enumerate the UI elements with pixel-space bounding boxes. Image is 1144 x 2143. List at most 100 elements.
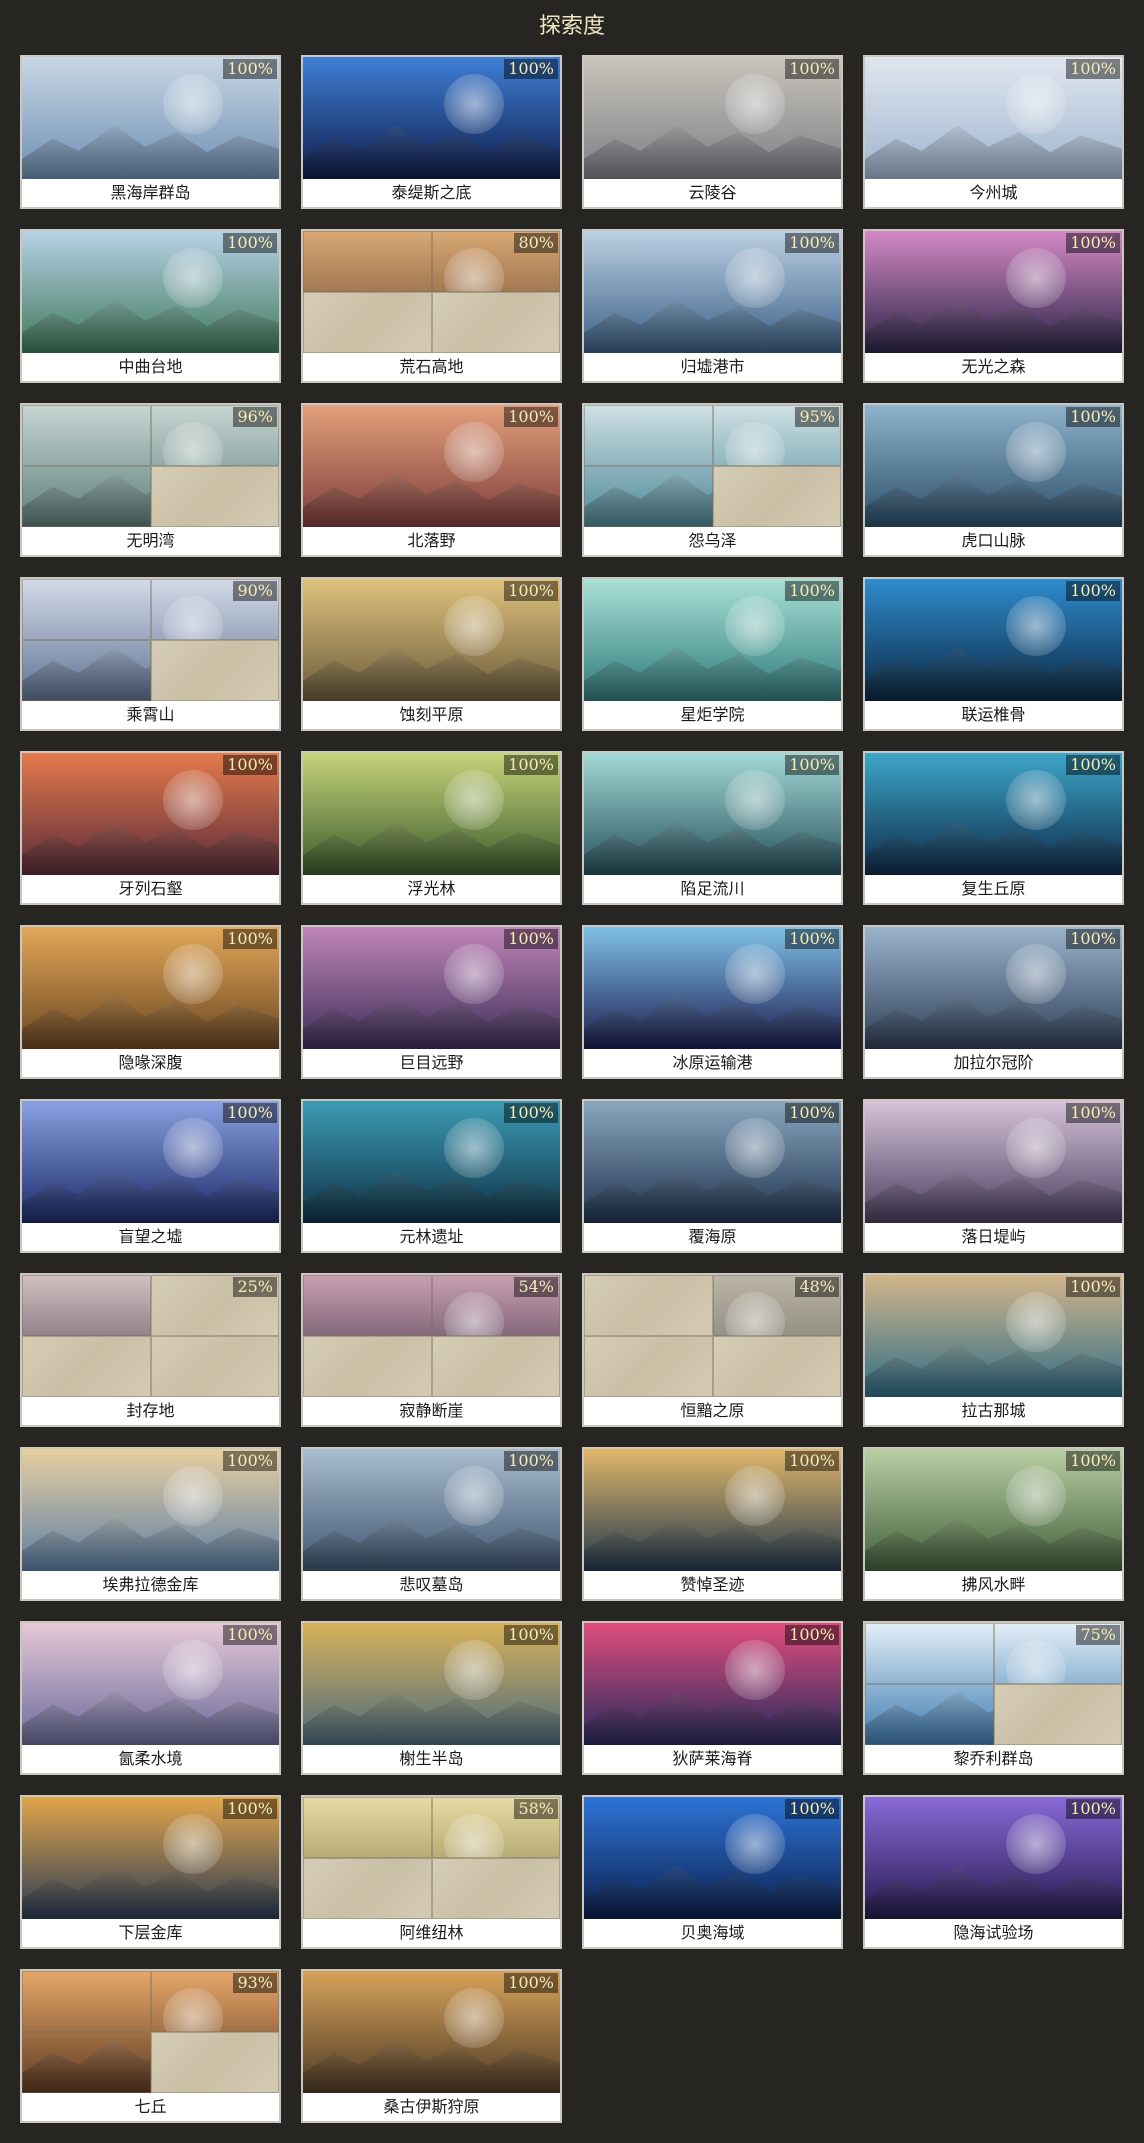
exploration-percent: 100% (504, 755, 558, 775)
region-card[interactable]: 100% 巨目远野 (301, 925, 562, 1079)
region-card[interactable]: 100% 泰缇斯之底 (301, 55, 562, 209)
region-card[interactable]: 96% 无明湾 (20, 403, 281, 557)
exploration-percent: 75% (1076, 1625, 1120, 1645)
scene-light (444, 596, 505, 657)
region-card[interactable]: 100% 贝奥海域 (582, 1795, 843, 1949)
region-card[interactable]: 100% 无光之森 (863, 229, 1124, 383)
region-name: 阿维纽林 (303, 1919, 560, 1947)
region-card[interactable]: 95% 怨乌泽 (582, 403, 843, 557)
scene-terrain (303, 125, 560, 179)
unexplored-tile (303, 1858, 432, 1919)
region-card[interactable]: 100% 复生丘原 (863, 751, 1124, 905)
explored-tile (22, 1275, 151, 1336)
region-thumbnail: 100% (303, 1101, 560, 1223)
region-card[interactable]: 100% 虎口山脉 (863, 403, 1124, 557)
region-thumbnail: 100% (865, 405, 1122, 527)
region-card[interactable]: 90% 乘霄山 (20, 577, 281, 731)
region-card[interactable]: 100% 联运椎骨 (863, 577, 1124, 731)
scene-terrain (584, 299, 841, 353)
region-card[interactable]: 100% 冰原运输港 (582, 925, 843, 1079)
exploration-percent: 100% (1066, 407, 1120, 427)
region-name: 下层金库 (22, 1919, 279, 1947)
unexplored-tile (150, 466, 279, 527)
region-name: 联运椎骨 (865, 701, 1122, 729)
region-card[interactable]: 100% 悲叹墓岛 (301, 1447, 562, 1601)
exploration-percent: 100% (223, 1451, 277, 1471)
scene-terrain (303, 1517, 560, 1571)
region-name: 加拉尔冠阶 (865, 1049, 1122, 1077)
exploration-percent: 80% (514, 233, 558, 253)
scene-terrain (22, 1691, 279, 1745)
region-card[interactable]: 100% 陷足流川 (582, 751, 843, 905)
region-card[interactable]: 100% 狄萨莱海脊 (582, 1621, 843, 1775)
region-thumbnail: 90% (22, 579, 279, 701)
region-card[interactable]: 48% 恒黯之原 (582, 1273, 843, 1427)
region-name: 桑古伊斯狩原 (303, 2093, 560, 2121)
region-thumbnail: 100% (303, 927, 560, 1049)
region-name: 牙列石壑 (22, 875, 279, 903)
region-card[interactable]: 100% 星炬学院 (582, 577, 843, 731)
region-card[interactable]: 100% 下层金库 (20, 1795, 281, 1949)
region-card[interactable]: 100% 元林遗址 (301, 1099, 562, 1253)
region-card[interactable]: 100% 黑海岸群岛 (20, 55, 281, 209)
exploration-percent: 100% (1066, 755, 1120, 775)
region-card[interactable]: 100% 氤柔水境 (20, 1621, 281, 1775)
region-name: 云陵谷 (584, 179, 841, 207)
unexplored-tile (22, 1336, 151, 1397)
scene-terrain (584, 1169, 841, 1223)
region-card[interactable]: 100% 覆海原 (582, 1099, 843, 1253)
region-thumbnail: 100% (22, 1623, 279, 1745)
region-card[interactable]: 100% 榭生半岛 (301, 1621, 562, 1775)
region-name: 拂风水畔 (865, 1571, 1122, 1599)
region-card[interactable]: 54% 寂静断崖 (301, 1273, 562, 1427)
region-thumbnail: 95% (584, 405, 841, 527)
scene-light (444, 1118, 505, 1179)
unexplored-tile (431, 1858, 560, 1919)
explored-tile (865, 1623, 994, 1684)
scene-light (1006, 1814, 1067, 1875)
region-card[interactable]: 100% 云陵谷 (582, 55, 843, 209)
scene-light (444, 1466, 505, 1527)
region-card[interactable]: 100% 归墟港市 (582, 229, 843, 383)
region-name: 归墟港市 (584, 353, 841, 381)
region-thumbnail: 80% (303, 231, 560, 353)
region-card[interactable]: 100% 牙列石壑 (20, 751, 281, 905)
region-card[interactable]: 58% 阿维纽林 (301, 1795, 562, 1949)
scene-light (444, 422, 505, 483)
region-thumbnail: 54% (303, 1275, 560, 1397)
exploration-percent: 100% (223, 1799, 277, 1819)
region-thumbnail: 100% (584, 753, 841, 875)
region-card[interactable]: 100% 浮光林 (301, 751, 562, 905)
scene-light (725, 1118, 786, 1179)
exploration-percent: 100% (1066, 1277, 1120, 1297)
region-thumbnail: 100% (865, 927, 1122, 1049)
region-name: 七丘 (22, 2093, 279, 2121)
region-card[interactable]: 100% 加拉尔冠阶 (863, 925, 1124, 1079)
region-card[interactable]: 100% 隐喙深腹 (20, 925, 281, 1079)
region-card[interactable]: 100% 埃弗拉德金库 (20, 1447, 281, 1601)
region-thumbnail: 100% (303, 579, 560, 701)
exploration-percent: 100% (785, 755, 839, 775)
scene-terrain (865, 647, 1122, 701)
region-card[interactable]: 100% 赞悼圣迹 (582, 1447, 843, 1601)
region-card[interactable]: 93% 七丘 (20, 1969, 281, 2123)
region-card[interactable]: 100% 落日堤屿 (863, 1099, 1124, 1253)
region-card[interactable]: 100% 今州城 (863, 55, 1124, 209)
region-card[interactable]: 100% 拂风水畔 (863, 1447, 1124, 1601)
region-thumbnail: 100% (303, 1971, 560, 2093)
region-card[interactable]: 25% 封存地 (20, 1273, 281, 1427)
region-name: 乘霄山 (22, 701, 279, 729)
region-card[interactable]: 100% 桑古伊斯狩原 (301, 1969, 562, 2123)
region-card[interactable]: 80% 荒石高地 (301, 229, 562, 383)
unexplored-tile (584, 1336, 713, 1397)
region-card[interactable]: 100% 盲望之墟 (20, 1099, 281, 1253)
region-name: 寂静断崖 (303, 1397, 560, 1425)
region-card[interactable]: 75% 黎乔利群岛 (863, 1621, 1124, 1775)
region-thumbnail: 100% (584, 579, 841, 701)
region-card[interactable]: 100% 蚀刻平原 (301, 577, 562, 731)
region-name: 隐喙深腹 (22, 1049, 279, 1077)
region-card[interactable]: 100% 中曲台地 (20, 229, 281, 383)
region-card[interactable]: 100% 拉古那城 (863, 1273, 1124, 1427)
region-card[interactable]: 100% 隐海试验场 (863, 1795, 1124, 1949)
region-card[interactable]: 100% 北落野 (301, 403, 562, 557)
